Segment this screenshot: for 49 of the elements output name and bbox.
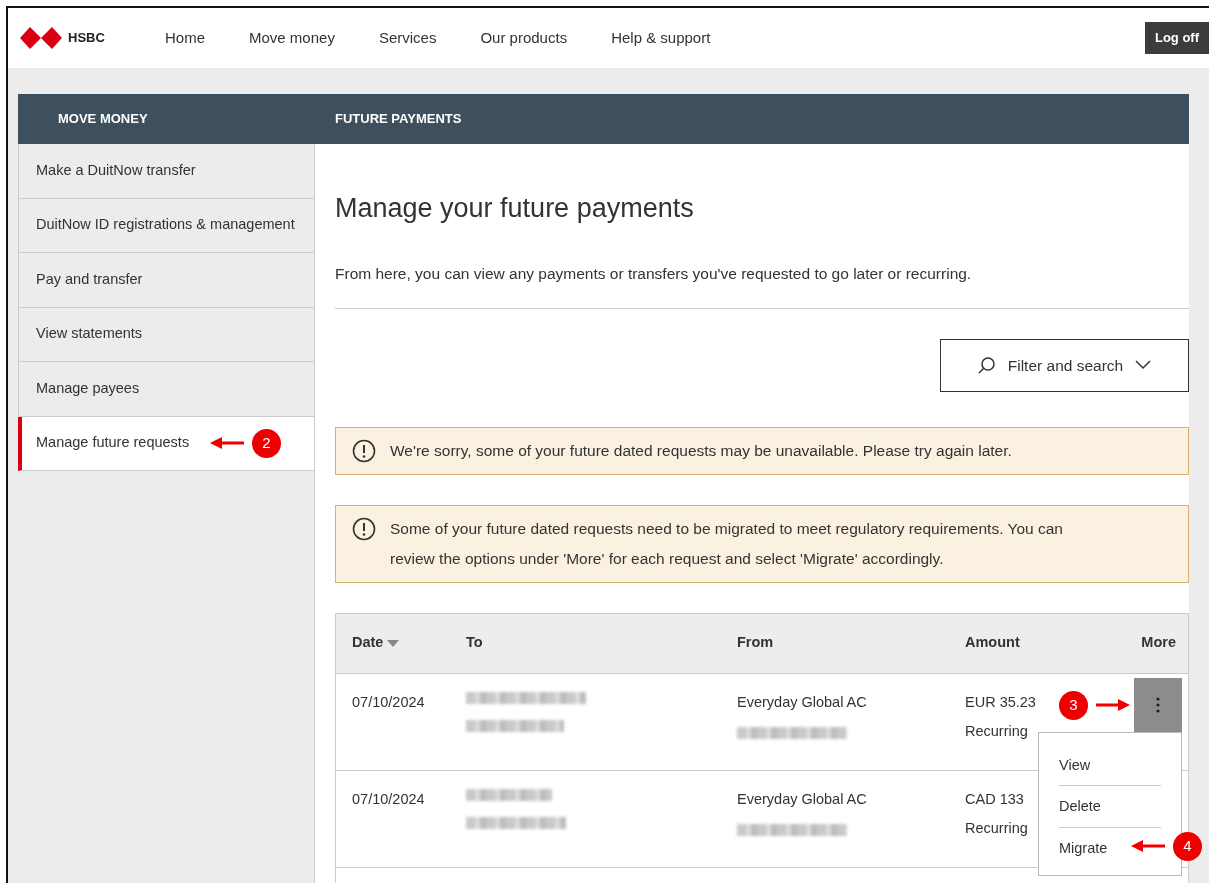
intro-text: From here, you can view any payments or transfers you've requested to go later or recurring. (335, 264, 973, 285)
date-cell-text: 07/10/2024 (352, 692, 425, 712)
sidebar-item[interactable]: DuitNow ID registrations & management (36, 214, 295, 237)
logoff-button[interactable]: Log off (1144, 22, 1209, 54)
arrow-icon (1094, 699, 1130, 712)
warning-icon (352, 438, 376, 463)
step-number: 3 (1059, 690, 1088, 720)
filter-button[interactable]: Filter and search (940, 338, 1189, 392)
arrow-icon (1131, 840, 1167, 853)
menu-item[interactable]: Delete (1059, 786, 1161, 829)
more-vertical-icon (1156, 696, 1160, 713)
sidebar-item[interactable]: Manage future requests (36, 432, 190, 455)
date-cell-text: 07/10/2024 (352, 789, 425, 809)
alert-text: We're sorry, some of your future dated requests may be unavailable. Please try again later. (390, 440, 1012, 461)
brand-name: HSBC (68, 29, 105, 48)
amount-cell-text: CAD 133 (965, 789, 1024, 809)
alert-text: review the options under 'More' for each request and select 'Migrate' accordingly. (390, 548, 945, 569)
account-name: Everyday Global AC (737, 692, 868, 712)
nav-link[interactable]: Home (165, 26, 205, 50)
sidebar-item[interactable]: Pay and transfer (36, 268, 143, 291)
sidebar-item[interactable]: Make a DuitNow transfer (36, 159, 196, 182)
column-header[interactable]: From (737, 634, 774, 651)
arrow-icon (210, 437, 246, 449)
step-number: 2 (252, 428, 281, 458)
column-header[interactable]: More (1141, 634, 1176, 651)
frequency-text: Recurring (965, 819, 1028, 839)
chevron-down-icon (1135, 360, 1152, 371)
column-header[interactable]: To (466, 634, 483, 651)
panel-title: MOVE MONEY (57, 110, 149, 129)
alert-text: Some of your future dated requests need to be migrated to meet regulatory requirements. You can (390, 518, 1063, 539)
menu-item[interactable]: Migrate (1059, 828, 1161, 869)
column-header[interactable]: Date (352, 634, 384, 651)
frequency-text: Recurring (965, 722, 1028, 742)
nav-link[interactable]: Move money (249, 26, 335, 50)
sidebar-item[interactable]: Manage payees (36, 377, 140, 400)
page-heading: Manage your future payments (335, 192, 695, 225)
sidebar-item[interactable]: View statements (36, 323, 143, 346)
amount-cell-text: EUR 35.23 (965, 692, 1036, 712)
search-icon (977, 356, 996, 375)
column-header[interactable]: Amount (965, 634, 1020, 651)
nav-link[interactable]: Help & support (611, 26, 711, 50)
sort-down-icon[interactable] (387, 639, 400, 647)
section-title: FUTURE PAYMENTS (334, 110, 462, 129)
nav-link[interactable]: Services (378, 26, 437, 50)
account-name: Everyday Global AC (737, 789, 868, 809)
nav-link[interactable]: Our products (480, 26, 568, 50)
step-number: 4 (1173, 831, 1202, 861)
menu-item[interactable]: View (1059, 744, 1161, 787)
warning-icon (352, 516, 376, 541)
